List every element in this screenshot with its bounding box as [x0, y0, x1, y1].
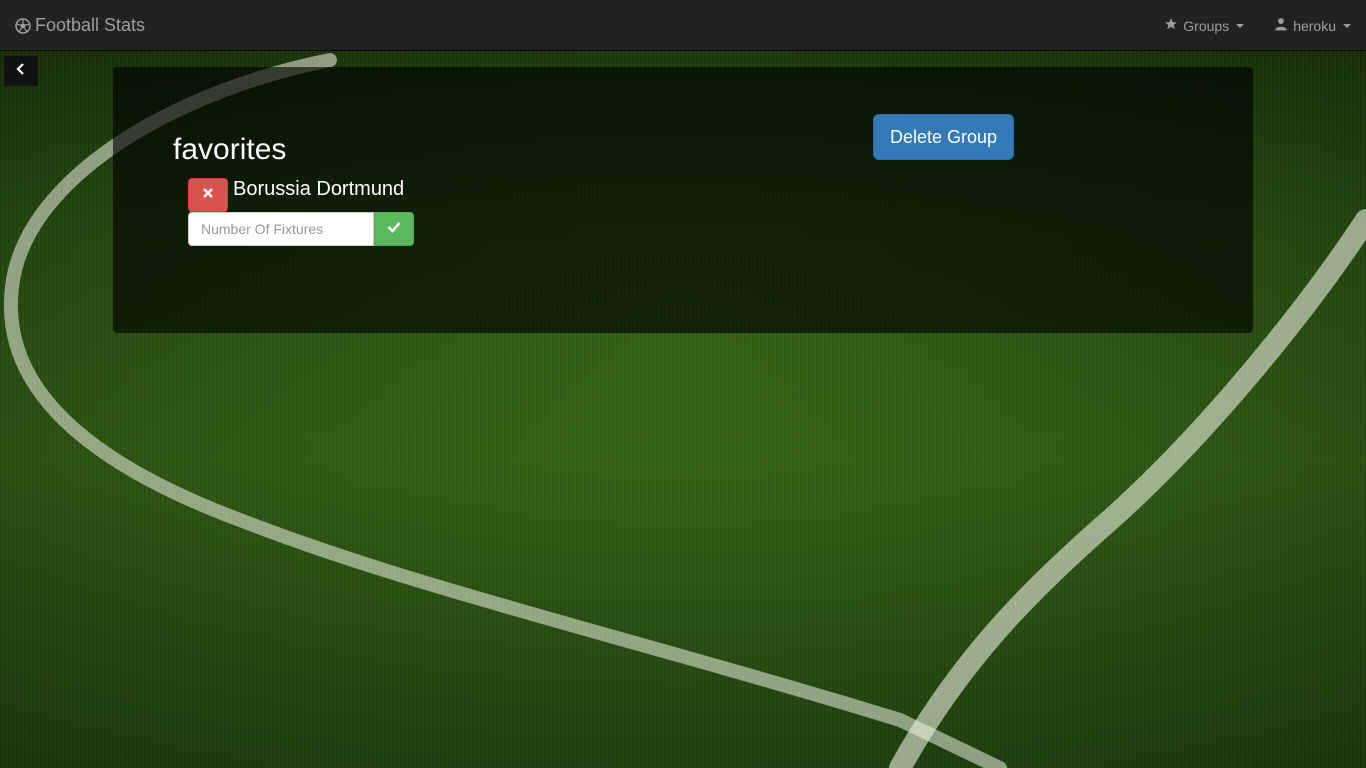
user-label: heroku [1293, 17, 1336, 34]
confirm-fixtures-button[interactable] [374, 212, 414, 246]
fixtures-form [188, 212, 414, 246]
back-button[interactable] [4, 56, 38, 86]
caret-down-icon [1343, 23, 1351, 28]
user-dropdown[interactable]: heroku [1274, 17, 1351, 34]
star-icon [1164, 17, 1178, 34]
groups-label: Groups [1183, 17, 1230, 34]
groups-dropdown[interactable]: Groups [1164, 17, 1245, 34]
soccer-ball-icon [15, 17, 31, 34]
chevron-left-icon [15, 62, 27, 81]
delete-group-button[interactable]: Delete Group [873, 114, 1014, 160]
brand-link[interactable]: Football Stats [15, 15, 145, 36]
team-row: Borussia Dortmund [188, 178, 404, 212]
caret-down-icon [1236, 23, 1245, 28]
group-title: favorites [173, 133, 287, 166]
user-icon [1274, 17, 1288, 34]
check-icon [387, 220, 401, 238]
navbar-right: Groups heroku [1164, 0, 1351, 51]
group-panel: favorites Delete Group Borussia Dortmund [113, 67, 1253, 333]
team-name: Borussia Dortmund [233, 177, 405, 200]
navbar: Football Stats Groups heroku [0, 0, 1366, 51]
close-icon [202, 186, 214, 204]
remove-team-button[interactable] [188, 178, 228, 212]
brand-label: Football Stats [35, 15, 146, 35]
fixtures-count-input[interactable] [188, 212, 374, 246]
